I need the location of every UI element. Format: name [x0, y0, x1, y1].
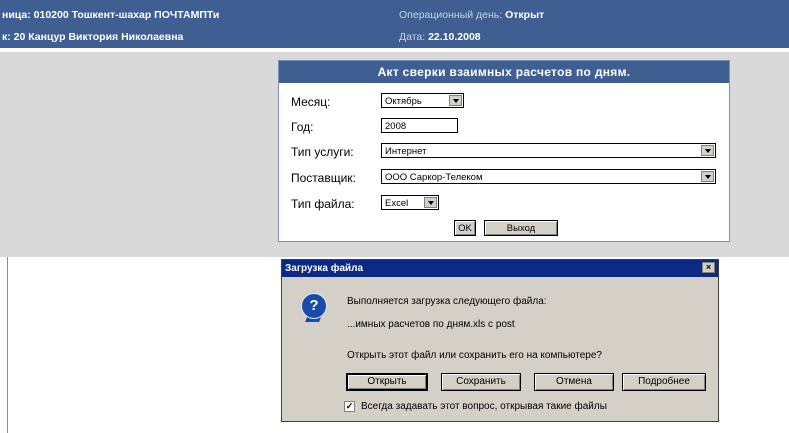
- always-ask-checkbox[interactable]: ✓: [344, 401, 355, 412]
- operator-info: к: 20 Канцур Виктория Николаевна: [2, 31, 184, 43]
- date-label: Дата:: [399, 31, 426, 43]
- download-filename: ...имных расчетов по дням.xls с post: [347, 319, 515, 330]
- cancel-button[interactable]: Отмена: [534, 373, 614, 391]
- chevron-down-icon[interactable]: [449, 95, 462, 106]
- reconciliation-form: Акт сверки взаимных расчетов по дням. Ме…: [278, 60, 730, 242]
- file-type-label: Тип файла:: [291, 197, 355, 211]
- service-type-value: Интернет: [385, 146, 427, 157]
- provider-select[interactable]: ООО Саркор-Телеком: [381, 169, 716, 184]
- header-separator: [0, 48, 789, 50]
- dialog-title-bar: Загрузка файла ×: [282, 260, 718, 277]
- month-label: Месяц:: [291, 95, 331, 109]
- ok-button[interactable]: OK: [454, 220, 476, 236]
- service-type-label: Тип услуги:: [291, 145, 354, 159]
- month-select[interactable]: Октябрь: [381, 93, 464, 108]
- exit-button[interactable]: Выход: [484, 220, 558, 236]
- details-button[interactable]: Подробнее: [622, 373, 706, 391]
- year-input[interactable]: 2008: [381, 118, 458, 133]
- service-type-select[interactable]: Интернет: [381, 143, 716, 158]
- year-label: Год:: [291, 120, 314, 134]
- download-message: Выполняется загрузка следующего файла:: [347, 296, 547, 307]
- current-date: Дата: 22.10.2008: [399, 31, 481, 43]
- file-type-value: Excel: [385, 198, 409, 209]
- dialog-title: Загрузка файла: [285, 263, 364, 274]
- top-header: ница: 010200 Тошкент-шахар ПОЧТАМПТи к: …: [0, 0, 789, 48]
- close-icon[interactable]: ×: [702, 262, 715, 273]
- left-border-line: [7, 257, 8, 433]
- chevron-down-icon[interactable]: [701, 145, 714, 156]
- month-select-value: Октябрь: [385, 96, 422, 107]
- provider-label: Поставщик:: [291, 171, 356, 185]
- operational-day: Операционный день: Открыт: [399, 9, 544, 21]
- branch-info: ница: 010200 Тошкент-шахар ПОЧТАМПТи: [2, 9, 220, 21]
- chevron-down-icon[interactable]: [701, 171, 714, 182]
- operational-day-value: Открыт: [505, 9, 545, 21]
- date-value: 22.10.2008: [428, 31, 481, 43]
- chevron-down-icon[interactable]: [424, 197, 437, 208]
- open-or-save-question: Открыть этот файл или сохранить его на к…: [347, 350, 602, 361]
- always-ask-label[interactable]: Всегда задавать этот вопрос, открывая та…: [361, 401, 607, 412]
- file-type-select[interactable]: Excel: [381, 195, 439, 210]
- open-button[interactable]: Открыть: [346, 373, 428, 391]
- operational-day-label: Операционный день:: [399, 9, 503, 21]
- save-button[interactable]: Сохранить: [441, 373, 521, 391]
- provider-value: ООО Саркор-Телеком: [385, 172, 483, 183]
- question-icon: ?: [301, 293, 327, 319]
- form-title: Акт сверки взаимных расчетов по дням.: [279, 61, 729, 83]
- file-download-dialog: Загрузка файла × ? Выполняется загрузка …: [281, 259, 719, 422]
